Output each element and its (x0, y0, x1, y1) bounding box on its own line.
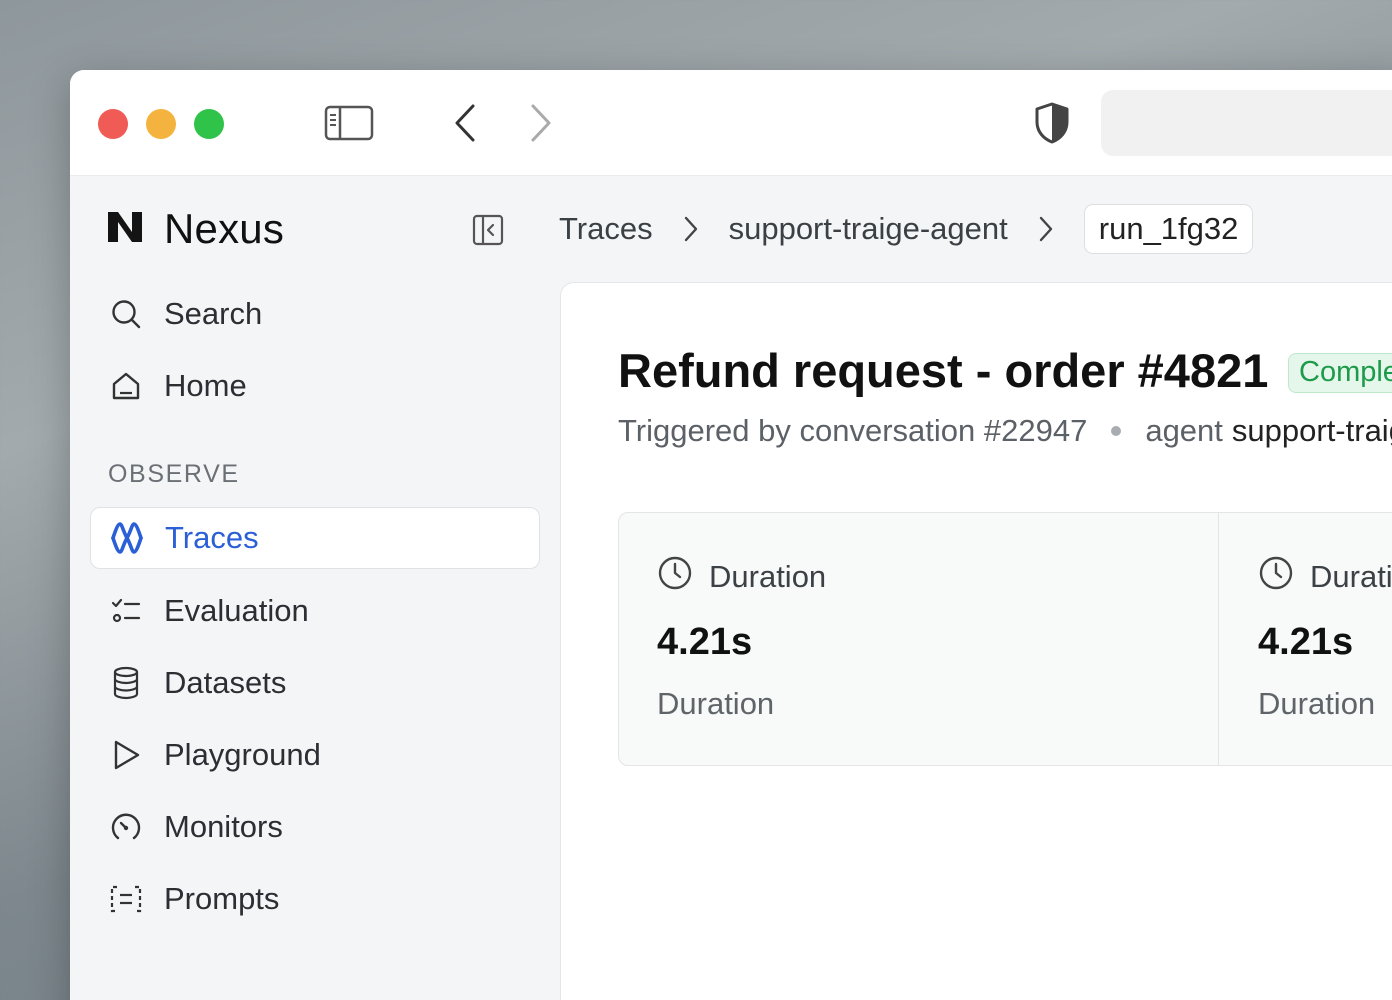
stat-heading-text: Duration (709, 559, 827, 594)
stat-card: Duration 4.21s Duration (619, 513, 1219, 765)
sidebar-item-label: Monitors (164, 809, 283, 844)
sidebar-item-label: Datasets (164, 665, 287, 700)
clock-icon (657, 555, 693, 599)
stat-heading: Duration (1258, 555, 1392, 599)
sidebar-toggle-icon[interactable] (322, 104, 376, 142)
breadcrumb-item-traces[interactable]: Traces (559, 211, 653, 247)
stats-panel: Duration 4.21s Duration Duration 4.21s D… (618, 512, 1392, 766)
play-icon (108, 737, 144, 773)
agent-name-link[interactable]: support-traige-agent (1232, 413, 1392, 449)
agent-prefix: agent (1145, 413, 1223, 448)
sidebar-item-traces[interactable]: Traces (90, 507, 540, 569)
home-icon (108, 368, 144, 404)
breadcrumb-item-agent[interactable]: support-traige-agent (729, 211, 1008, 247)
clock-icon (1258, 555, 1294, 599)
status-badge: Complete (1288, 353, 1392, 393)
trigger-text: Triggered by conversation #22947 (618, 413, 1088, 448)
search-icon (108, 296, 144, 332)
browser-titlebar (70, 70, 1392, 176)
separator-dot (1111, 426, 1122, 436)
stat-value: 4.21s (1258, 621, 1354, 663)
chevron-right-icon (1024, 215, 1068, 243)
stat-heading-text: Duration (1310, 559, 1392, 594)
database-icon (108, 665, 144, 701)
traces-icon (109, 520, 145, 556)
brand-name: Nexus (164, 205, 285, 252)
sidebar-item-playground[interactable]: Playground (90, 724, 540, 786)
sidebar-item-prompts[interactable]: Prompts (90, 868, 540, 930)
address-bar[interactable] (1101, 90, 1392, 156)
sidebar-item-label: Traces (165, 520, 259, 555)
sidebar-item-search[interactable]: Search (90, 283, 540, 345)
sidebar-item-label: Playground (164, 737, 321, 772)
prompt-icon (108, 881, 144, 917)
checklist-icon (108, 593, 144, 629)
close-window-button[interactable] (98, 109, 128, 139)
stat-label: Duration (1258, 686, 1376, 721)
breadcrumb-current-run[interactable]: run_1fg32 (1083, 204, 1254, 254)
chevron-right-icon (669, 215, 713, 243)
trace-detail-panel: Refund request - order #4821 Complete Tr… (560, 282, 1392, 1000)
stat-heading: Duration (657, 555, 826, 599)
app-window: Nexus Search Home OBSERVE Traces Evaluat… (70, 70, 1392, 1000)
stat-label: Duration (657, 686, 775, 721)
sidebar-item-monitors[interactable]: Monitors (90, 796, 540, 858)
breadcrumb: Traces support-traige-agent run_1fg32 (559, 203, 1254, 255)
forward-arrow-icon[interactable] (524, 102, 558, 144)
trace-subtitle: Triggered by conversation #22947 agent s… (618, 413, 1392, 449)
sidebar-item-label: Prompts (164, 881, 280, 916)
shield-icon[interactable] (1032, 100, 1072, 146)
brand[interactable]: Nexus (106, 202, 284, 256)
sidebar-item-label: Evaluation (164, 593, 309, 628)
sidebar-item-home[interactable]: Home (90, 355, 540, 417)
section-label-observe: OBSERVE (108, 460, 240, 488)
sidebar-item-evaluation[interactable]: Evaluation (90, 580, 540, 642)
minimize-window-button[interactable] (146, 109, 176, 139)
sidebar-item-datasets[interactable]: Datasets (90, 652, 540, 714)
collapse-sidebar-icon[interactable] (470, 212, 506, 248)
sidebar-item-label: Search (164, 296, 263, 331)
stat-value: 4.21s (657, 621, 753, 663)
sidebar-item-label: Home (164, 368, 247, 403)
page-title: Refund request - order #4821 (618, 344, 1269, 397)
maximize-window-button[interactable] (194, 109, 224, 139)
stat-card: Duration 4.21s Duration (1220, 513, 1392, 765)
nexus-logo-icon (106, 210, 144, 249)
gauge-icon (108, 809, 144, 845)
back-arrow-icon[interactable] (448, 102, 482, 144)
